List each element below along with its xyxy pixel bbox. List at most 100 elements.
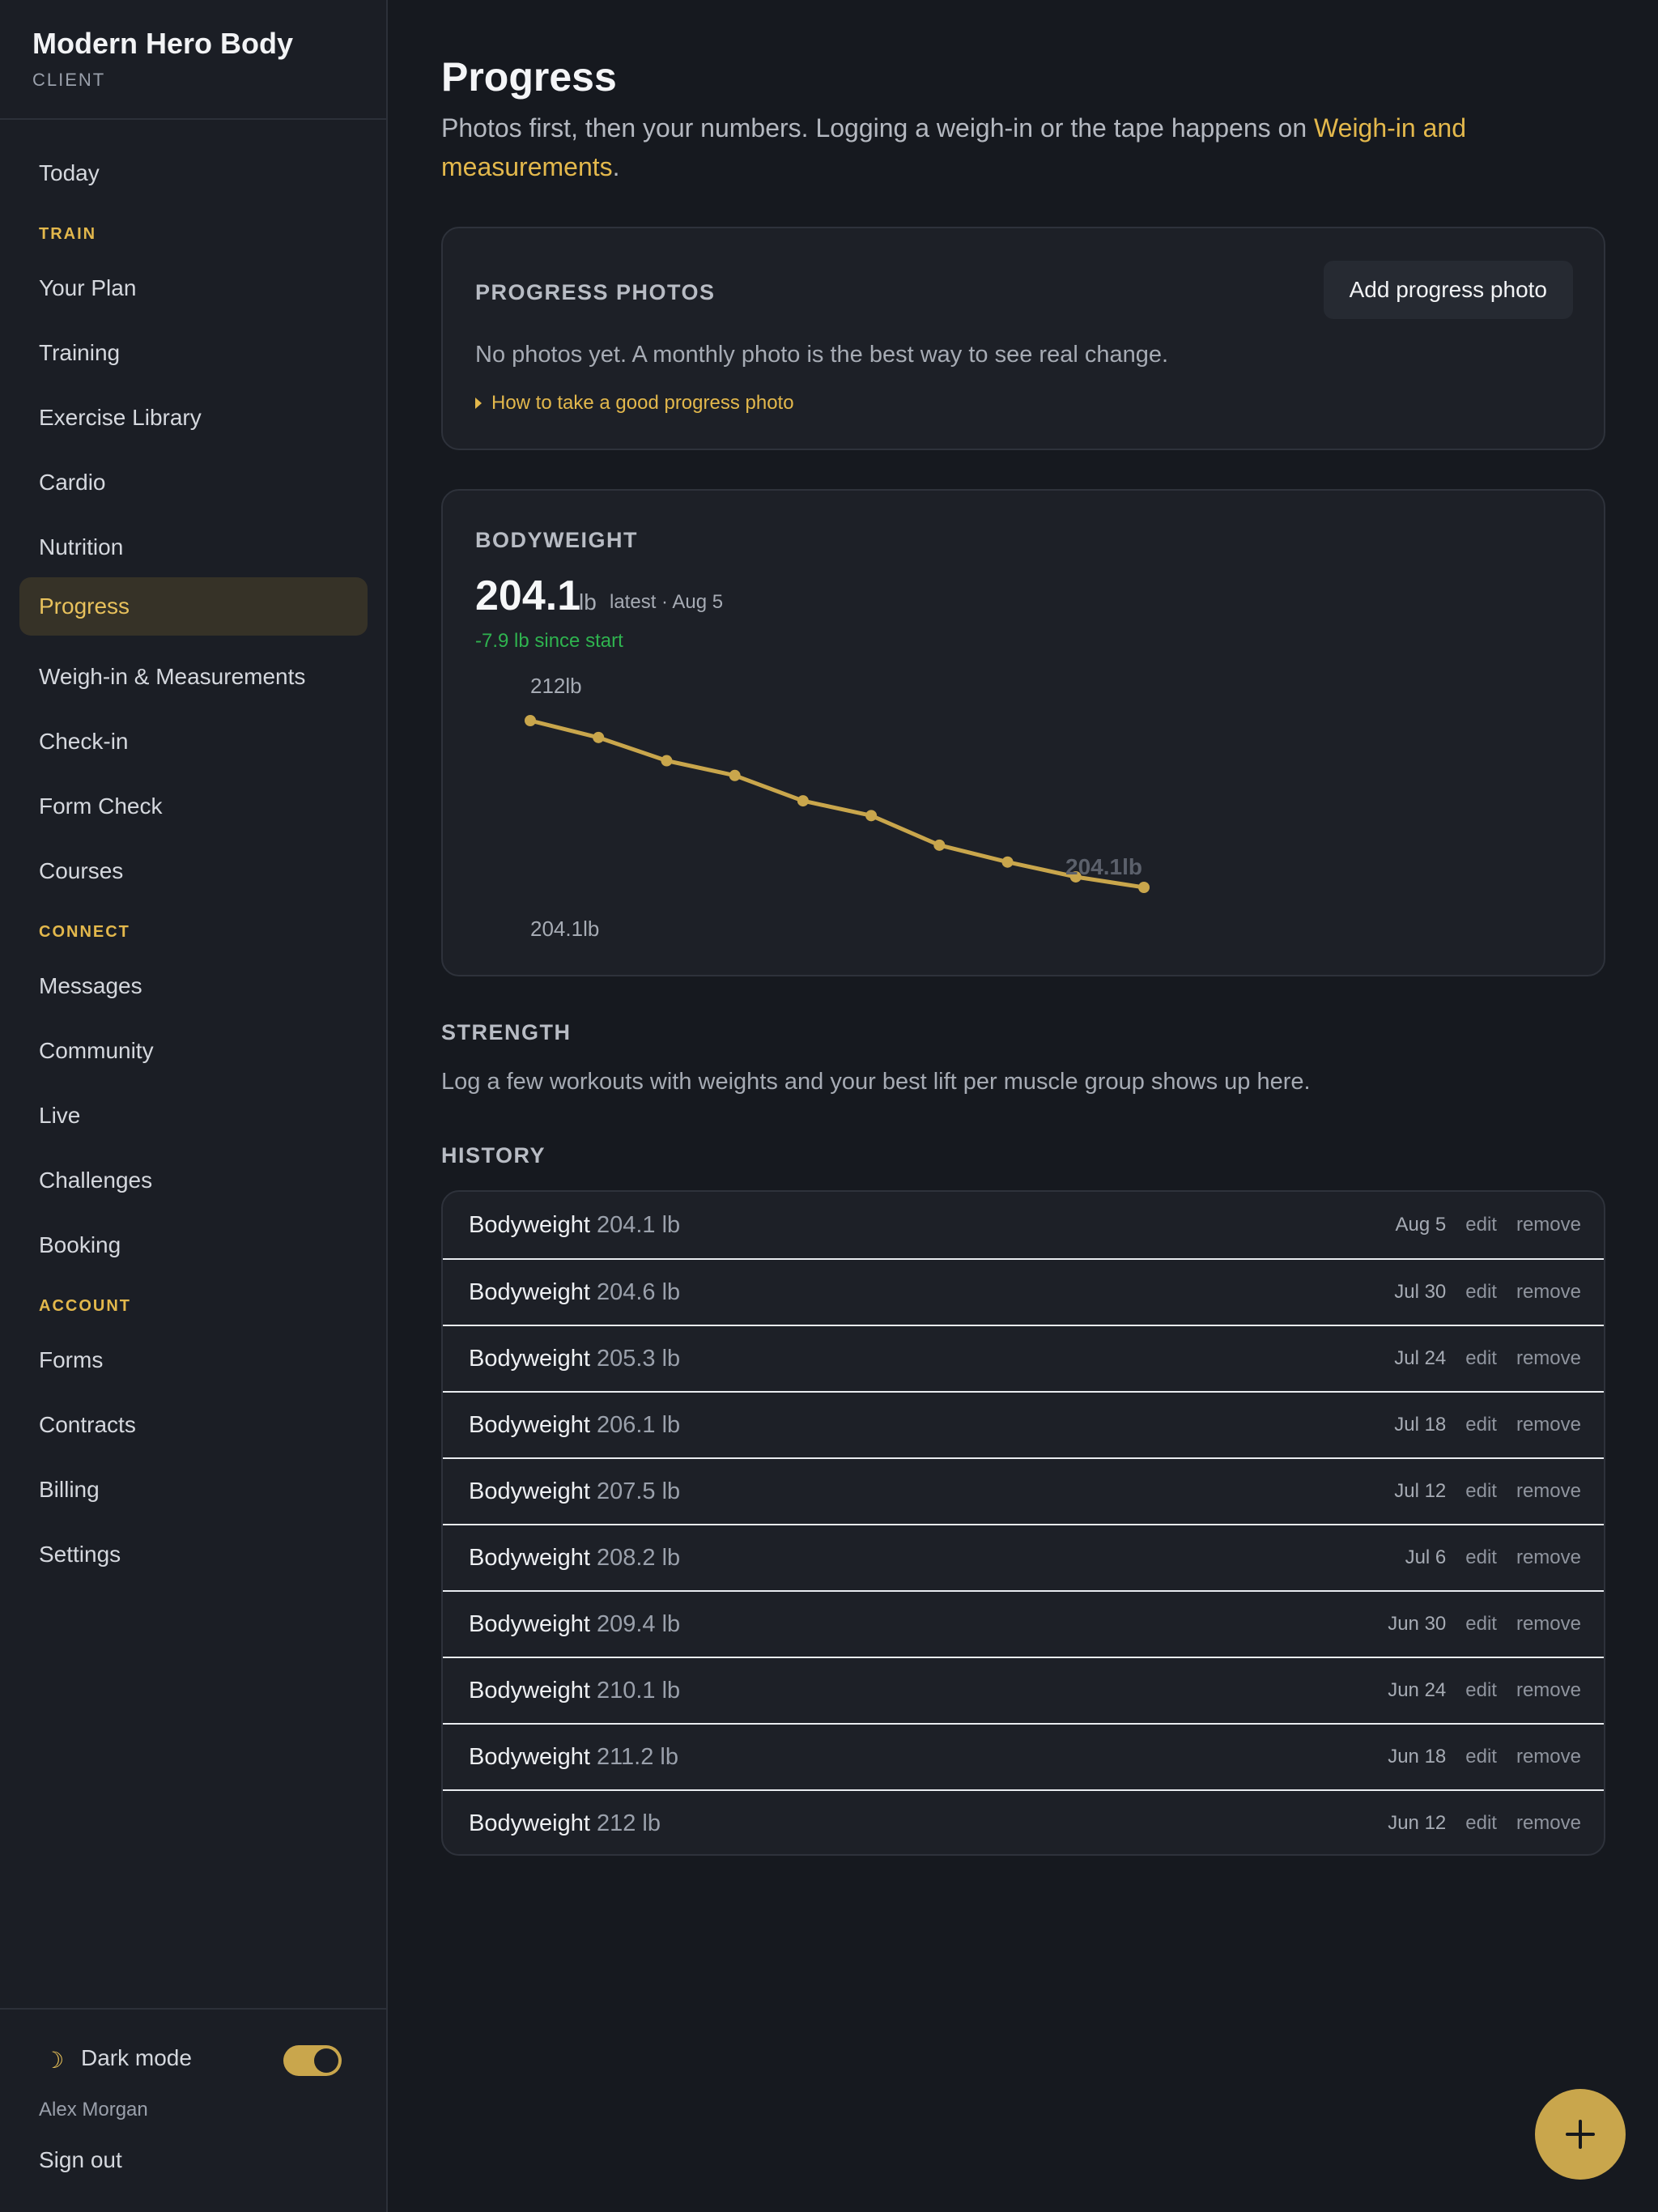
history-actions: Aug 5 edit remove bbox=[1396, 1214, 1581, 1236]
sidebar-item-contracts[interactable]: Contracts bbox=[19, 1396, 368, 1454]
history-actions: Jun 30 edit remove bbox=[1388, 1613, 1581, 1636]
history-type: Bodyweight bbox=[469, 1211, 590, 1238]
add-progress-photo-button[interactable]: Add progress photo bbox=[1323, 261, 1573, 319]
sidebar-item-forms[interactable]: Forms bbox=[19, 1331, 368, 1389]
page-description-text: Photos first, then your numbers. Logging… bbox=[441, 113, 1315, 143]
sidebar-item-today[interactable]: Today bbox=[19, 144, 368, 202]
history-actions: Jul 24 edit remove bbox=[1394, 1347, 1581, 1370]
chart-min-label: 204.1lb bbox=[530, 917, 599, 941]
sidebar-item-exercise-library[interactable]: Exercise Library bbox=[19, 389, 368, 447]
history-date: Jun 24 bbox=[1388, 1679, 1447, 1701]
sidebar-item-settings[interactable]: Settings bbox=[19, 1525, 368, 1584]
history-date: Jul 6 bbox=[1405, 1546, 1447, 1568]
history-label: HISTORY bbox=[441, 1143, 546, 1168]
history-row: Bodyweight 212 lb Jun 12 edit remove bbox=[443, 1789, 1604, 1854]
add-fab-button[interactable] bbox=[1535, 2089, 1626, 2180]
history-row: Bodyweight 210.1 lb Jun 24 edit remove bbox=[443, 1657, 1604, 1723]
remove-link[interactable]: remove bbox=[1516, 1414, 1581, 1436]
history-value: 206.1 lb bbox=[596, 1411, 681, 1438]
photo-tips-disclosure[interactable]: How to take a good progress photo bbox=[475, 392, 794, 415]
sidebar-item-messages[interactable]: Messages bbox=[19, 957, 368, 1015]
sidebar-item-cardio[interactable]: Cardio bbox=[19, 453, 368, 512]
remove-link[interactable]: remove bbox=[1516, 1281, 1581, 1304]
progress-photos-card: PROGRESS PHOTOS Add progress photo No ph… bbox=[441, 227, 1605, 450]
chart-point bbox=[525, 715, 536, 726]
chart-point bbox=[1138, 882, 1150, 893]
remove-link[interactable]: remove bbox=[1516, 1679, 1581, 1702]
remove-link[interactable]: remove bbox=[1516, 1214, 1581, 1236]
history-value: 210.1 lb bbox=[596, 1677, 681, 1704]
edit-link[interactable]: edit bbox=[1465, 1480, 1497, 1503]
page-title: Progress bbox=[441, 54, 617, 100]
sidebar-item-check-in[interactable]: Check-in bbox=[19, 713, 368, 771]
history-row: Bodyweight 211.2 lb Jun 18 edit remove bbox=[443, 1723, 1604, 1789]
sidebar-item-training[interactable]: Training bbox=[19, 324, 368, 382]
history-row: Bodyweight 207.5 lb Jul 12 edit remove bbox=[443, 1457, 1604, 1524]
history-row: Bodyweight 208.2 lb Jul 6 edit remove bbox=[443, 1524, 1604, 1590]
chart-point bbox=[865, 810, 878, 822]
history-type: Bodyweight bbox=[469, 1544, 590, 1571]
edit-link[interactable]: edit bbox=[1465, 1679, 1497, 1702]
page-description-end: . bbox=[612, 152, 620, 181]
sidebar-item-challenges[interactable]: Challenges bbox=[19, 1151, 368, 1210]
chart-end-label: 204.1lb bbox=[1065, 854, 1142, 879]
history-type: Bodyweight bbox=[469, 1610, 590, 1637]
sidebar-item-nutrition[interactable]: Nutrition bbox=[19, 518, 368, 576]
sign-out-link[interactable]: Sign out bbox=[39, 2147, 122, 2173]
sidebar-item-progress[interactable]: Progress bbox=[19, 577, 368, 636]
edit-link[interactable]: edit bbox=[1465, 1414, 1497, 1436]
sidebar-item-courses[interactable]: Courses bbox=[19, 842, 368, 900]
edit-link[interactable]: edit bbox=[1465, 1347, 1497, 1370]
edit-link[interactable]: edit bbox=[1465, 1214, 1497, 1236]
history-value: 211.2 lb bbox=[596, 1743, 678, 1770]
history-value: 207.5 lb bbox=[596, 1478, 681, 1504]
sidebar-item-form-check[interactable]: Form Check bbox=[19, 777, 368, 836]
dark-mode-toggle[interactable] bbox=[283, 2045, 342, 2076]
sidebar-item-booking[interactable]: Booking bbox=[19, 1216, 368, 1274]
history-value: 204.6 lb bbox=[596, 1278, 681, 1305]
remove-link[interactable]: remove bbox=[1516, 1746, 1581, 1768]
sidebar-item-weigh-in[interactable]: Weigh-in & Measurements bbox=[19, 648, 368, 706]
history-type: Bodyweight bbox=[469, 1810, 590, 1836]
chart-points bbox=[525, 715, 1150, 893]
chart-point bbox=[933, 839, 946, 851]
brand-subtitle: CLIENT bbox=[32, 70, 106, 90]
history-value: 212 lb bbox=[596, 1810, 661, 1836]
history-date: Jun 18 bbox=[1388, 1746, 1447, 1767]
remove-link[interactable]: remove bbox=[1516, 1480, 1581, 1503]
edit-link[interactable]: edit bbox=[1465, 1746, 1497, 1768]
chart-point bbox=[1001, 856, 1014, 868]
remove-link[interactable]: remove bbox=[1516, 1347, 1581, 1370]
plus-icon bbox=[1566, 2120, 1595, 2149]
sidebar-item-your-plan[interactable]: Your Plan bbox=[19, 259, 368, 317]
history-date: Jun 30 bbox=[1388, 1613, 1447, 1635]
caret-right-icon bbox=[475, 398, 482, 409]
dark-mode-label: Dark mode bbox=[81, 2045, 192, 2070]
history-row: Bodyweight 205.3 lb Jul 24 edit remove bbox=[443, 1325, 1604, 1391]
nav-section-connect: CONNECT bbox=[39, 923, 130, 941]
history-type: Bodyweight bbox=[469, 1411, 590, 1438]
history-actions: Jun 24 edit remove bbox=[1388, 1679, 1581, 1702]
sidebar-item-community[interactable]: Community bbox=[19, 1022, 368, 1080]
remove-link[interactable]: remove bbox=[1516, 1546, 1581, 1569]
history-type: Bodyweight bbox=[469, 1278, 590, 1305]
history-row: Bodyweight 206.1 lb Jul 18 edit remove bbox=[443, 1391, 1604, 1457]
history-date: Aug 5 bbox=[1395, 1214, 1447, 1236]
chart-point bbox=[593, 731, 605, 743]
edit-link[interactable]: edit bbox=[1465, 1546, 1497, 1569]
brand: Modern Hero Body CLIENT bbox=[0, 0, 386, 120]
edit-link[interactable]: edit bbox=[1465, 1281, 1497, 1304]
history-date: Jul 30 bbox=[1394, 1281, 1447, 1303]
chart-max-label: 212lb bbox=[530, 674, 582, 698]
chart-series-line bbox=[529, 718, 1145, 890]
history-row: Bodyweight 209.4 lb Jun 30 edit remove bbox=[443, 1590, 1604, 1657]
sidebar-item-live[interactable]: Live bbox=[19, 1087, 368, 1145]
edit-link[interactable]: edit bbox=[1465, 1812, 1497, 1835]
bodyweight-card: BODYWEIGHT 204.1 lb latest · Aug 5 -7.9 … bbox=[441, 489, 1605, 976]
remove-link[interactable]: remove bbox=[1516, 1812, 1581, 1835]
progress-photos-label: PROGRESS PHOTOS bbox=[475, 280, 716, 304]
edit-link[interactable]: edit bbox=[1465, 1613, 1497, 1636]
page-description: Photos first, then your numbers. Logging… bbox=[441, 108, 1591, 186]
sidebar-item-billing[interactable]: Billing bbox=[19, 1461, 368, 1519]
remove-link[interactable]: remove bbox=[1516, 1613, 1581, 1636]
